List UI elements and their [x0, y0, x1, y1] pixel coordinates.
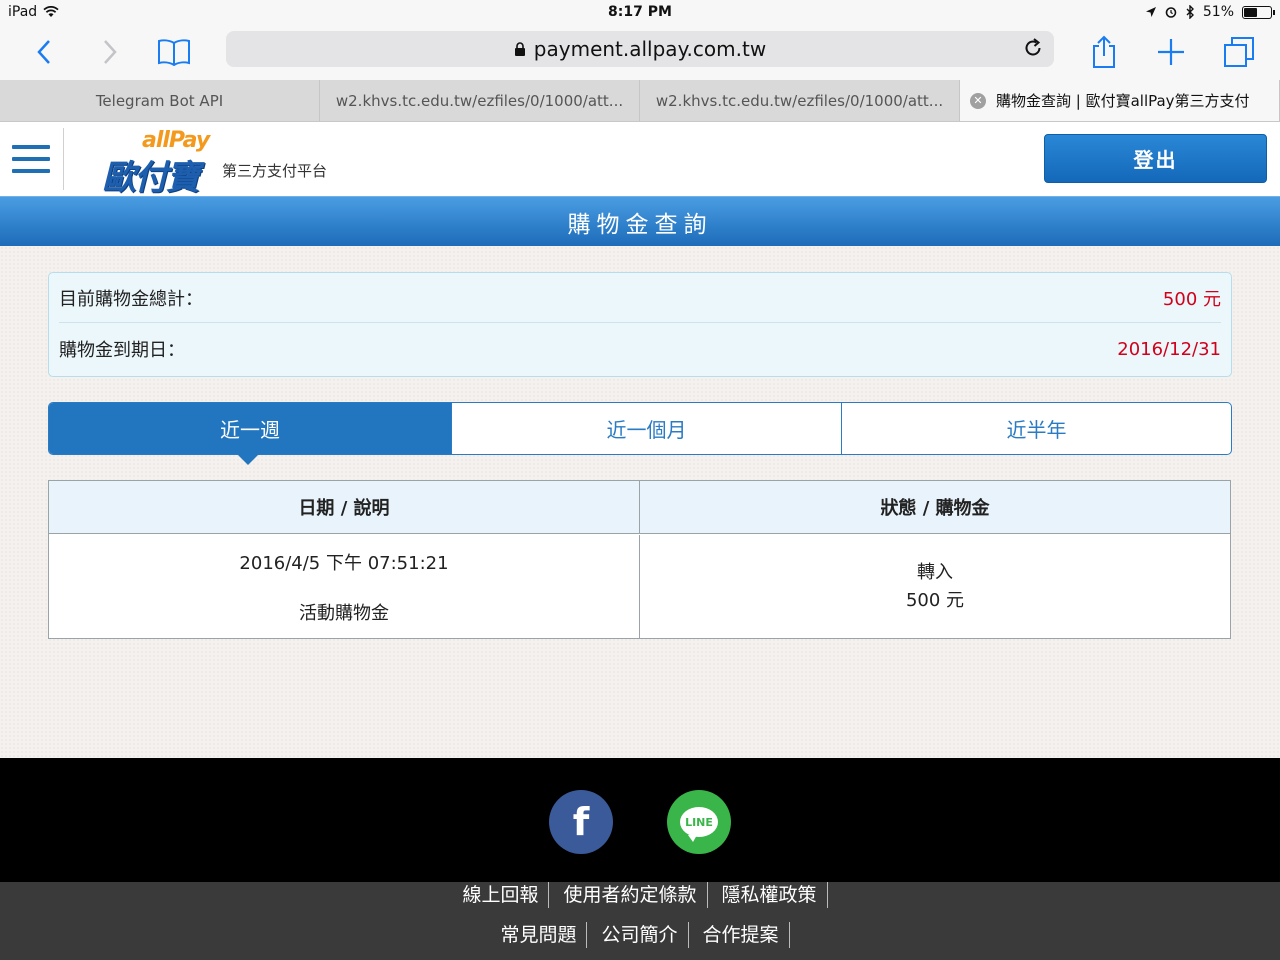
facebook-glyph: f — [572, 800, 590, 844]
expiry-label: 購物金到期日： — [59, 340, 185, 361]
browser-tab-label: 購物金查詢 | 歐付寶allPay第三方支付 — [996, 92, 1250, 110]
forward-button[interactable] — [92, 34, 128, 70]
line-icon[interactable]: LINE — [667, 790, 731, 854]
browser-tab-active[interactable]: ✕ 購物金查詢 | 歐付寶allPay第三方支付 — [960, 80, 1280, 121]
footer-link-faq[interactable]: 常見問題 — [490, 922, 588, 948]
expiry-value: 2016/12/31 — [1117, 338, 1221, 360]
record-status: 轉入 — [917, 562, 953, 583]
browser-tab[interactable]: Telegram Bot API — [0, 80, 320, 121]
column-header-status: 狀態 / 購物金 — [880, 498, 990, 519]
footer-link-privacy[interactable]: 隱私權政策 — [712, 882, 828, 908]
page-title: 購物金查詢 — [0, 196, 1280, 246]
tab-last-half-year[interactable]: 近半年 — [841, 403, 1231, 454]
tab-last-month[interactable]: 近一個月 — [451, 403, 841, 454]
browser-tab-label: w2.khvs.tc.edu.tw/ezfiles/0/1000/att... — [335, 91, 624, 110]
browser-toolbar: payment.allpay.com.tw — [0, 26, 1280, 80]
browser-tab-strip: Telegram Bot API w2.khvs.tc.edu.tw/ezfil… — [0, 80, 1280, 122]
tab-last-week[interactable]: 近一週 — [49, 403, 451, 465]
expiry-row: 購物金到期日： 2016/12/31 — [59, 324, 1221, 374]
total-value: 500 元 — [1162, 288, 1221, 310]
browser-tab[interactable]: w2.khvs.tc.edu.tw/ezfiles/0/1000/att... — [320, 80, 640, 121]
records-table: 日期 / 說明 狀態 / 購物金 2016/4/5 下午 07:51:21 活動… — [48, 480, 1231, 639]
site-header: allPay 歐付寶 第三方支付平台 登出 — [0, 122, 1280, 198]
menu-icon[interactable] — [12, 145, 50, 173]
share-button[interactable] — [1086, 34, 1122, 70]
period-tabs: 近一週 近一個月 近半年 — [48, 402, 1232, 465]
reload-icon[interactable] — [1022, 37, 1044, 59]
battery-icon — [1242, 5, 1275, 19]
url-text: payment.allpay.com.tw — [533, 37, 767, 61]
footer-links: 線上回報 使用者約定條款 隱私權政策 常見問題 公司簡介 合作提案 — [0, 882, 1280, 960]
browser-tab[interactable]: w2.khvs.tc.edu.tw/ezfiles/0/1000/att... — [640, 80, 960, 121]
date-cell: 2016/4/5 下午 07:51:21 活動購物金 — [49, 535, 640, 639]
clock: 8:17 PM — [608, 4, 672, 20]
chevron-left-icon — [37, 40, 50, 64]
status-cell: 轉入 500 元 — [640, 535, 1230, 639]
allpay-logo[interactable]: allPay 歐付寶 — [102, 128, 220, 198]
bookmarks-button[interactable] — [156, 34, 192, 70]
battery-level — [1244, 7, 1257, 17]
footer-social: f LINE — [0, 758, 1280, 882]
column-header-date: 日期 / 說明 — [49, 481, 640, 533]
alarm-icon — [1165, 7, 1177, 18]
new-tab-button[interactable] — [1153, 34, 1189, 70]
logo-text-zh: 歐付寶 — [102, 158, 200, 198]
footer-link-about[interactable]: 公司簡介 — [591, 922, 689, 948]
browser-tab-label: Telegram Bot API — [95, 91, 224, 110]
total-label: 目前購物金總計： — [59, 288, 203, 310]
table-header: 日期 / 說明 狀態 / 購物金 — [49, 481, 1230, 534]
battery-percent: 51% — [1202, 4, 1234, 20]
record-description: 活動購物金 — [299, 603, 389, 624]
record-datetime: 2016/4/5 下午 07:51:21 — [239, 553, 449, 574]
plus-icon — [1158, 39, 1184, 65]
footer-link-report[interactable]: 線上回報 — [452, 882, 550, 908]
footer-link-partnership[interactable]: 合作提案 — [693, 922, 790, 948]
header-divider — [63, 128, 64, 190]
share-icon — [1093, 35, 1115, 68]
logout-button[interactable]: 登出 — [1044, 134, 1267, 183]
balance-summary: 目前購物金總計： 500 元 購物金到期日： 2016/12/31 — [48, 272, 1232, 377]
status-bar: iPad 8:17 PM 51% — [0, 0, 1280, 26]
record-amount: 500 元 — [905, 590, 965, 611]
bluetooth-icon — [1186, 5, 1194, 19]
browser-tab-label: w2.khvs.tc.edu.tw/ezfiles/0/1000/att... — [655, 91, 944, 110]
total-row: 目前購物金總計： 500 元 — [59, 273, 1221, 323]
tabs-overview-button[interactable] — [1221, 34, 1257, 70]
back-button[interactable] — [26, 34, 62, 70]
chevron-right-icon — [104, 40, 117, 64]
facebook-icon[interactable]: f — [549, 790, 613, 854]
address-bar[interactable]: payment.allpay.com.tw — [226, 31, 1054, 67]
book-icon — [158, 39, 190, 66]
footer-link-terms[interactable]: 使用者約定條款 — [553, 882, 708, 908]
table-row: 2016/4/5 下午 07:51:21 活動購物金 轉入 500 元 — [49, 535, 1230, 639]
location-arrow-icon — [1145, 7, 1156, 17]
line-bubble: LINE — [680, 807, 718, 842]
main-content: 目前購物金總計： 500 元 購物金到期日： 2016/12/31 近一週 近一… — [0, 246, 1280, 758]
close-tab-icon[interactable]: ✕ — [970, 92, 986, 109]
site-tagline: 第三方支付平台 — [222, 162, 328, 180]
lock-icon — [514, 41, 525, 56]
tabs-icon — [1224, 37, 1254, 67]
